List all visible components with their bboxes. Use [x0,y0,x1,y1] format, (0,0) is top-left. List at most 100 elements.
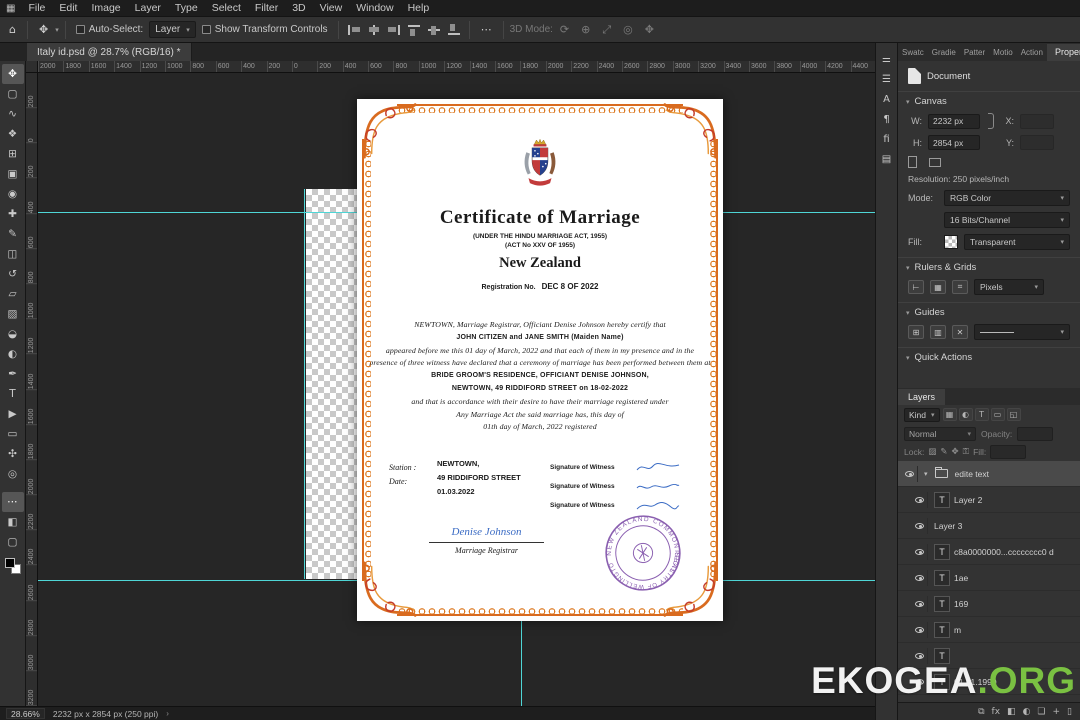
lasso-tool[interactable]: ∿ [2,104,24,124]
visibility-eye-icon[interactable] [912,595,928,612]
delete-layer-icon[interactable]: ▯ [1067,707,1072,717]
quick-actions-section-header[interactable]: ▾ Quick Actions [898,347,1080,366]
menu-window[interactable]: Window [349,0,400,16]
layer-effects-icon[interactable]: fx [992,707,1001,717]
tab-swatches[interactable]: Swatc [898,44,928,61]
lock-position-icon[interactable]: ✥ [951,447,958,457]
link-dimensions-icon[interactable] [988,113,994,129]
visibility-eye-icon[interactable] [912,517,928,534]
layer-mask-icon[interactable]: ◧ [1007,707,1016,717]
align-left-icon[interactable] [347,24,361,36]
y-field[interactable] [1020,135,1054,150]
align-right-icon[interactable] [387,24,401,36]
character-panel-icon[interactable]: A [877,89,897,109]
adjustments-panel-icon[interactable]: ⚌ [877,49,897,69]
clear-guides-icon[interactable]: ✕ [952,325,968,339]
tab-properties[interactable]: Properties [1046,44,1080,61]
eraser-tool[interactable]: ▱ [2,284,24,304]
3d-orbit-icon[interactable]: ⟳ [555,23,574,36]
brush-tool[interactable]: ✎ [2,224,24,244]
object-selection-tool[interactable]: ❖ [2,124,24,144]
orientation-landscape-icon[interactable] [929,157,941,167]
canvas-section-header[interactable]: ▾ Canvas [898,91,1080,110]
menu-type[interactable]: Type [168,0,205,16]
guide-style-dropdown[interactable]: ▾ [974,324,1070,340]
paragraph-panel-icon[interactable]: ¶ [877,109,897,129]
x-field[interactable] [1020,113,1054,129]
layer-row[interactable]: c8a0000000...cccccccc0 d [898,539,1080,565]
menu-3d[interactable]: 3D [285,0,312,16]
ruler-horizontal[interactable]: 2000 1800 1600 1400 1200 1000 800 600 400 200 0 200… [38,61,875,73]
layer-filter-kind-dropdown[interactable]: Kind ▾ [904,407,940,422]
pen-tool[interactable]: ✒ [2,364,24,384]
3d-slide-icon[interactable]: ◎ [618,23,638,36]
link-layers-icon[interactable]: ⧉ [978,707,984,717]
3d-pan-icon[interactable]: ⤢ [597,23,616,37]
width-field[interactable]: 2232 px [928,113,980,129]
new-group-icon[interactable]: ❏ [1037,707,1045,717]
quick-mask-icon[interactable]: ◧ [2,512,24,532]
menu-help[interactable]: Help [401,0,437,16]
new-layer-icon[interactable]: + [1053,707,1061,717]
filter-shape-layers-icon[interactable]: ▭ [990,408,1005,421]
shape-tool[interactable]: ▭ [2,424,24,444]
clone-source-panel-icon[interactable]: ☰ [877,69,897,89]
foreground-color-swatch[interactable] [4,558,15,568]
adjustment-layer-icon[interactable]: ◐ [1023,707,1031,717]
frame-tool[interactable]: ▣ [2,164,24,184]
auto-select-target-dropdown[interactable]: Layer ▾ [149,21,196,38]
zoom-level-field[interactable]: 28.66% [6,708,45,719]
blend-mode-dropdown[interactable]: Normal ▾ [904,426,976,441]
guides-section-header[interactable]: ▾ Guides [898,302,1080,321]
home-icon[interactable]: ⌂ [4,23,21,36]
units-dropdown[interactable]: Pixels ▾ [974,279,1044,295]
path-selection-tool[interactable]: ▶ [2,404,24,424]
tab-motion[interactable]: Motio [989,44,1017,61]
crop-tool[interactable]: ⊞ [2,144,24,164]
orientation-portrait-icon[interactable] [908,156,917,168]
menu-layer[interactable]: Layer [128,0,168,16]
menu-edit[interactable]: Edit [52,0,84,16]
layer-row[interactable]: m [898,617,1080,643]
blur-tool[interactable]: ◒ [2,324,24,344]
filter-adjustment-layers-icon[interactable]: ◐ [958,408,973,421]
color-swatches[interactable] [4,558,21,574]
tab-actions[interactable]: Action [1017,44,1047,61]
menu-select[interactable]: Select [205,0,248,16]
fill-field[interactable] [990,445,1027,459]
bit-depth-dropdown[interactable]: 16 Bits/Channel ▾ [944,212,1070,228]
filter-smart-object-icon[interactable]: ◱ [1006,408,1021,421]
visibility-eye-icon[interactable] [912,491,928,508]
auto-select-checkbox[interactable]: Auto-Select: [72,24,147,35]
align-center-horizontal-icon[interactable] [367,24,381,36]
lock-all-icon[interactable]: ⚿ [963,447,969,457]
opacity-field[interactable] [1017,426,1054,441]
height-field[interactable]: 2854 px [928,135,980,150]
filter-text-layers-icon[interactable]: T [974,408,989,421]
tab-gradients[interactable]: Gradie [928,44,960,61]
layer-row-group[interactable]: ▾ edite text [898,461,1080,487]
libraries-panel-icon[interactable]: ▤ [877,149,897,169]
menu-filter[interactable]: Filter [248,0,285,16]
menu-image[interactable]: Image [84,0,127,16]
move-tool-preset-icon[interactable]: ✥ [34,23,53,36]
type-tool[interactable]: T [2,384,24,404]
healing-brush-tool[interactable]: ✚ [2,204,24,224]
visibility-eye-icon[interactable] [912,621,928,638]
glyphs-panel-icon[interactable]: ﬁ [877,129,897,149]
marquee-tool[interactable]: ▢ [2,84,24,104]
zoom-tool[interactable]: ◎ [2,464,24,484]
move-tool[interactable]: ✥ [1,64,24,84]
chevron-right-icon[interactable]: › [166,709,169,718]
layer-row[interactable]: Layer 2 [898,487,1080,513]
menu-view[interactable]: View [313,0,350,16]
hand-tool[interactable]: ✣ [2,444,24,464]
align-top-icon[interactable] [407,24,421,36]
toggle-rulers-icon[interactable]: ⊢ [908,280,924,294]
menu-file[interactable]: File [21,0,52,16]
align-bottom-icon[interactable] [447,23,461,36]
show-transform-checkbox[interactable]: Show Transform Controls [198,24,332,35]
3d-roll-icon[interactable]: ⊕ [576,23,595,36]
clone-stamp-tool[interactable]: ◫ [2,244,24,264]
lock-pixels-icon[interactable]: ✎ [940,447,947,457]
